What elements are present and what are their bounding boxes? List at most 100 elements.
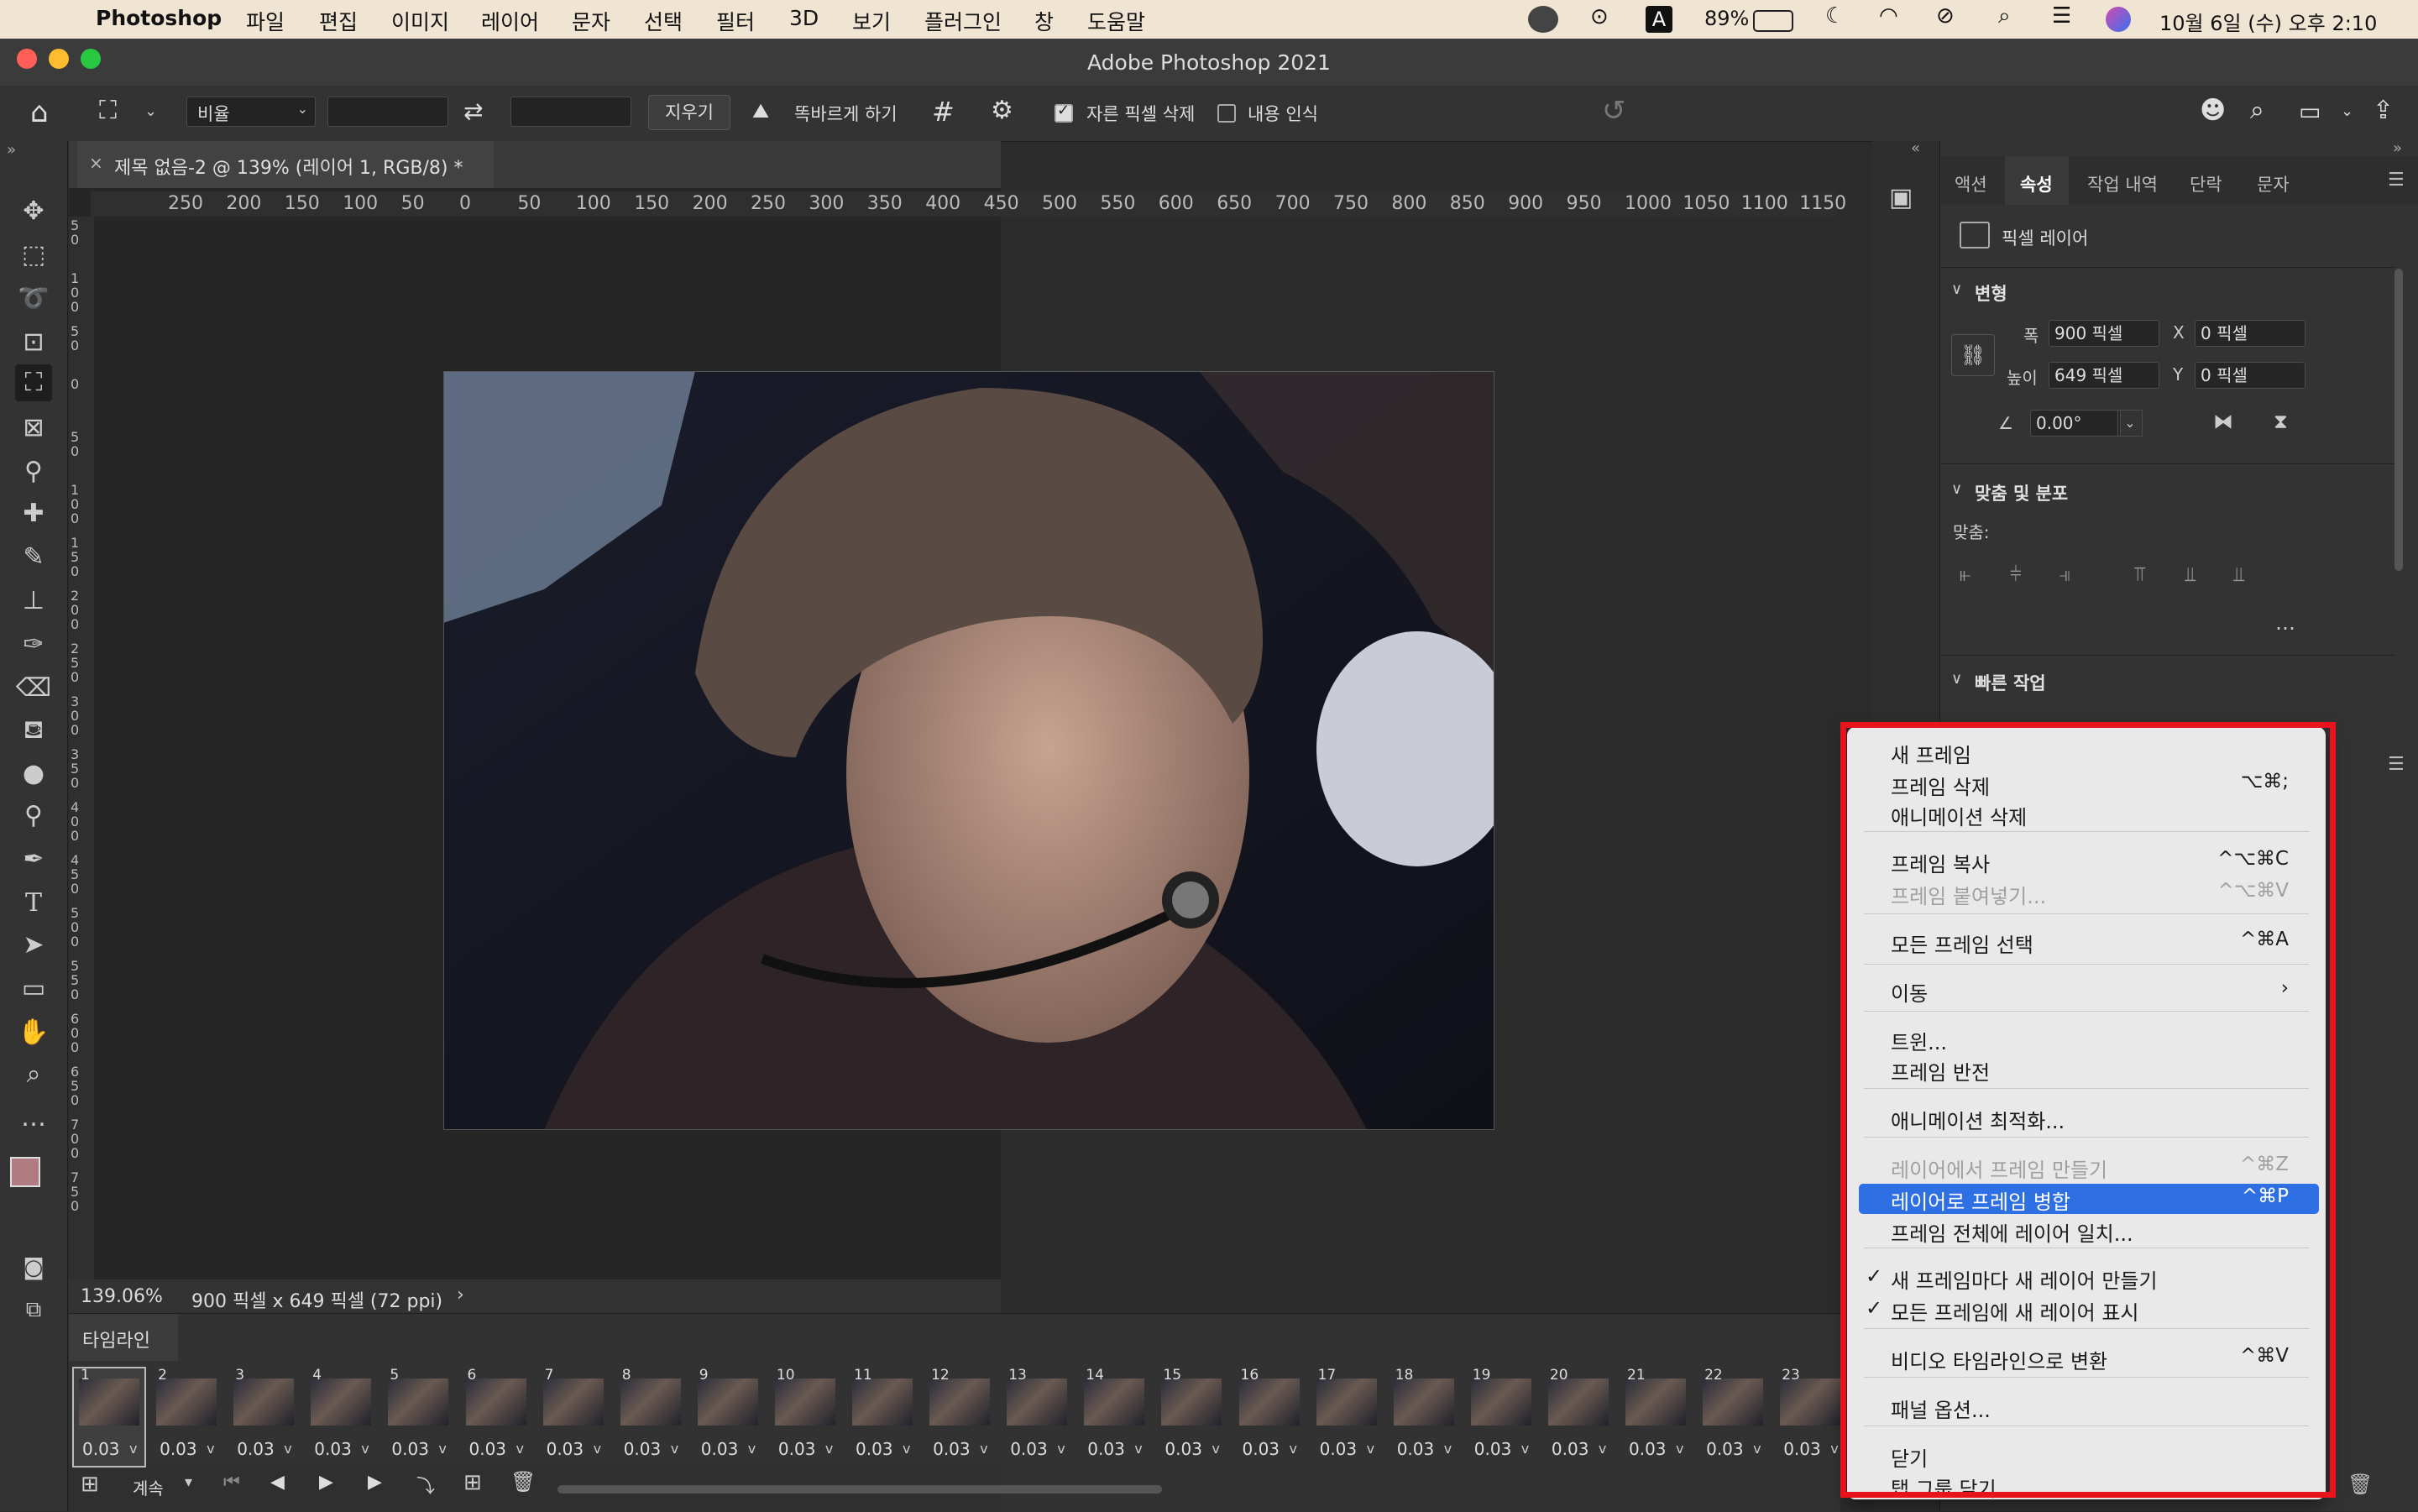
width-input[interactable]: 900 픽셀 [2049, 320, 2159, 347]
workspace-icon[interactable]: ▭ [2299, 97, 2321, 125]
zoom-level[interactable]: 139.06% [81, 1286, 163, 1307]
frame-thumbnail[interactable] [929, 1379, 991, 1426]
ratio-width-input[interactable] [327, 97, 448, 127]
wifi-icon[interactable]: ◠ [1879, 3, 1898, 29]
align-left-icon[interactable]: ⫦ [1960, 562, 1971, 586]
frame-delay[interactable]: 0.03 [82, 1439, 120, 1459]
chevron-down-icon[interactable]: v [207, 1441, 214, 1457]
animation-frame[interactable]: 16 0.03 v [1234, 1367, 1305, 1466]
frame-delay[interactable]: 0.03 [160, 1439, 197, 1459]
animation-frame[interactable]: 18 0.03 v [1389, 1367, 1459, 1466]
reset-icon[interactable]: ↺ [1602, 94, 1626, 128]
animation-frame[interactable]: 17 0.03 v [1311, 1367, 1382, 1466]
menu-plugins[interactable]: 플러그인 [924, 6, 1002, 36]
animation-frame[interactable]: 9 0.03 v [693, 1367, 763, 1466]
straighten-label[interactable]: 똑바르게 하기 [794, 101, 898, 126]
frame-delay[interactable]: 0.03 [778, 1439, 816, 1459]
close-window-button[interactable] [17, 49, 37, 69]
chevron-down-icon[interactable]: v [1367, 1441, 1374, 1457]
screen-mode-icon[interactable]: ⧉ [15, 1291, 52, 1328]
chevron-down-icon[interactable]: v [1290, 1441, 1297, 1457]
home-icon[interactable]: ⌂ [30, 96, 49, 129]
chevron-down-icon[interactable]: ∨ [1951, 480, 1962, 498]
libraries-icon[interactable]: ▣ [1889, 183, 1913, 212]
foreground-color-swatch[interactable] [10, 1157, 40, 1187]
animation-frame[interactable]: 6 0.03 v [461, 1367, 531, 1466]
frame-thumbnail[interactable] [311, 1379, 372, 1426]
control-center-icon[interactable]: ☰ [2052, 3, 2071, 29]
quick-actions-title[interactable]: 빠른 작업 [1975, 670, 2046, 695]
frame-delay[interactable]: 0.03 [237, 1439, 275, 1459]
frame-delay[interactable]: 0.03 [1474, 1439, 1512, 1459]
frame-delay[interactable]: 0.03 [314, 1439, 352, 1459]
search-icon[interactable]: ⌕ [2250, 96, 2264, 125]
animation-frame[interactable]: 19 0.03 v [1466, 1367, 1536, 1466]
frame-thumbnail[interactable] [1703, 1379, 1764, 1426]
angle-input[interactable]: 0.00° [2030, 410, 2121, 437]
object-select-tool-icon[interactable]: ⊡ [15, 324, 52, 361]
chevron-down-icon[interactable]: v [361, 1441, 369, 1457]
frame-delay[interactable]: 0.03 [547, 1439, 584, 1459]
chevron-down-icon[interactable]: v [516, 1441, 524, 1457]
chevron-down-icon[interactable]: v [1057, 1441, 1065, 1457]
animation-frame[interactable]: 3 0.03 v [228, 1367, 299, 1466]
frame-thumbnail[interactable] [1316, 1379, 1377, 1426]
frame-delay[interactable]: 0.03 [1243, 1439, 1280, 1459]
menu-3d[interactable]: 3D [789, 6, 819, 30]
frame-thumbnail[interactable] [156, 1379, 217, 1426]
align-bottom-icon[interactable]: ⫫ [2233, 562, 2245, 586]
animation-frame[interactable]: 1 0.03 v [72, 1367, 146, 1468]
chevron-down-icon[interactable]: v [903, 1441, 910, 1457]
chevron-down-icon[interactable]: v [748, 1441, 756, 1457]
pen-tool-icon[interactable]: ✒ [15, 841, 52, 878]
swap-icon[interactable]: ⇄ [463, 97, 483, 125]
first-frame-icon[interactable]: ⏮ [223, 1472, 240, 1493]
frame-tool-icon[interactable]: ⊠ [15, 410, 52, 447]
delete-icon[interactable]: 🗑 [2347, 1473, 2373, 1496]
tab-history[interactable]: 작업 내역 [2087, 171, 2158, 196]
align-section-title[interactable]: 맞춤 및 분포 [1975, 480, 2068, 505]
duplicate-frame-icon[interactable]: ⊞ [463, 1470, 482, 1495]
play-status-icon[interactable]: ⊙ [1590, 4, 1609, 29]
flip-horizontal-icon[interactable]: ⧓ [2213, 410, 2233, 433]
frame-delay[interactable]: 0.03 [469, 1439, 507, 1459]
frame-thumbnail[interactable] [388, 1379, 449, 1426]
chevron-down-icon[interactable]: v [1753, 1441, 1761, 1457]
more-tools-icon[interactable]: … [15, 1100, 52, 1137]
timeline-tab[interactable]: 타임라인 [69, 1314, 178, 1361]
convert-timeline-icon[interactable]: ⊞ [81, 1472, 99, 1497]
menu-type[interactable]: 문자 [572, 6, 610, 36]
battery-icon[interactable] [1753, 10, 1793, 32]
collapse-icon[interactable]: « [1911, 139, 1920, 157]
chevron-down-icon[interactable]: v [1599, 1441, 1606, 1457]
flip-vertical-icon[interactable]: ⧗ [2274, 410, 2288, 433]
crop-tool-icon[interactable]: ⛶ [15, 364, 52, 401]
frame-delay[interactable]: 0.03 [1010, 1439, 1048, 1459]
chevron-down-icon[interactable]: v [1134, 1441, 1142, 1457]
frame-delay[interactable]: 0.03 [1629, 1439, 1667, 1459]
paint-bucket-tool-icon[interactable]: ⛾ [15, 712, 52, 749]
menu-help[interactable]: 도움말 [1087, 6, 1145, 36]
ratio-height-input[interactable] [510, 97, 631, 127]
animation-frame[interactable]: 2 0.03 v [151, 1367, 222, 1466]
frame-delay[interactable]: 0.03 [624, 1439, 662, 1459]
frame-thumbnail[interactable] [1470, 1379, 1531, 1426]
spotlight-search-icon[interactable]: ⌕ [1998, 3, 2011, 29]
frame-thumbnail[interactable] [1084, 1379, 1145, 1426]
siri-icon[interactable] [2106, 7, 2131, 32]
next-frame-icon[interactable]: ▶ [368, 1472, 382, 1493]
animation-frame[interactable]: 15 0.03 v [1156, 1367, 1227, 1466]
animation-frame[interactable]: 23 0.03 v [1775, 1367, 1845, 1466]
share-icon[interactable]: ⇪ [2373, 96, 2394, 125]
frame-thumbnail[interactable] [465, 1379, 526, 1426]
content-aware-checkbox[interactable] [1217, 104, 1236, 123]
rectangle-tool-icon[interactable]: ▭ [15, 971, 52, 1007]
chevron-down-icon[interactable]: ⌄ [2341, 102, 2353, 120]
menu-file[interactable]: 파일 [246, 6, 285, 36]
animation-frame[interactable]: 5 0.03 v [383, 1367, 453, 1466]
animation-frame[interactable]: 21 0.03 v [1620, 1367, 1691, 1466]
zoom-tool-icon[interactable]: ⌕ [15, 1056, 52, 1093]
chevron-down-icon[interactable]: v [438, 1441, 446, 1457]
close-tab-icon[interactable]: × [89, 153, 103, 173]
animation-frame[interactable]: 13 0.03 v [1002, 1367, 1072, 1466]
